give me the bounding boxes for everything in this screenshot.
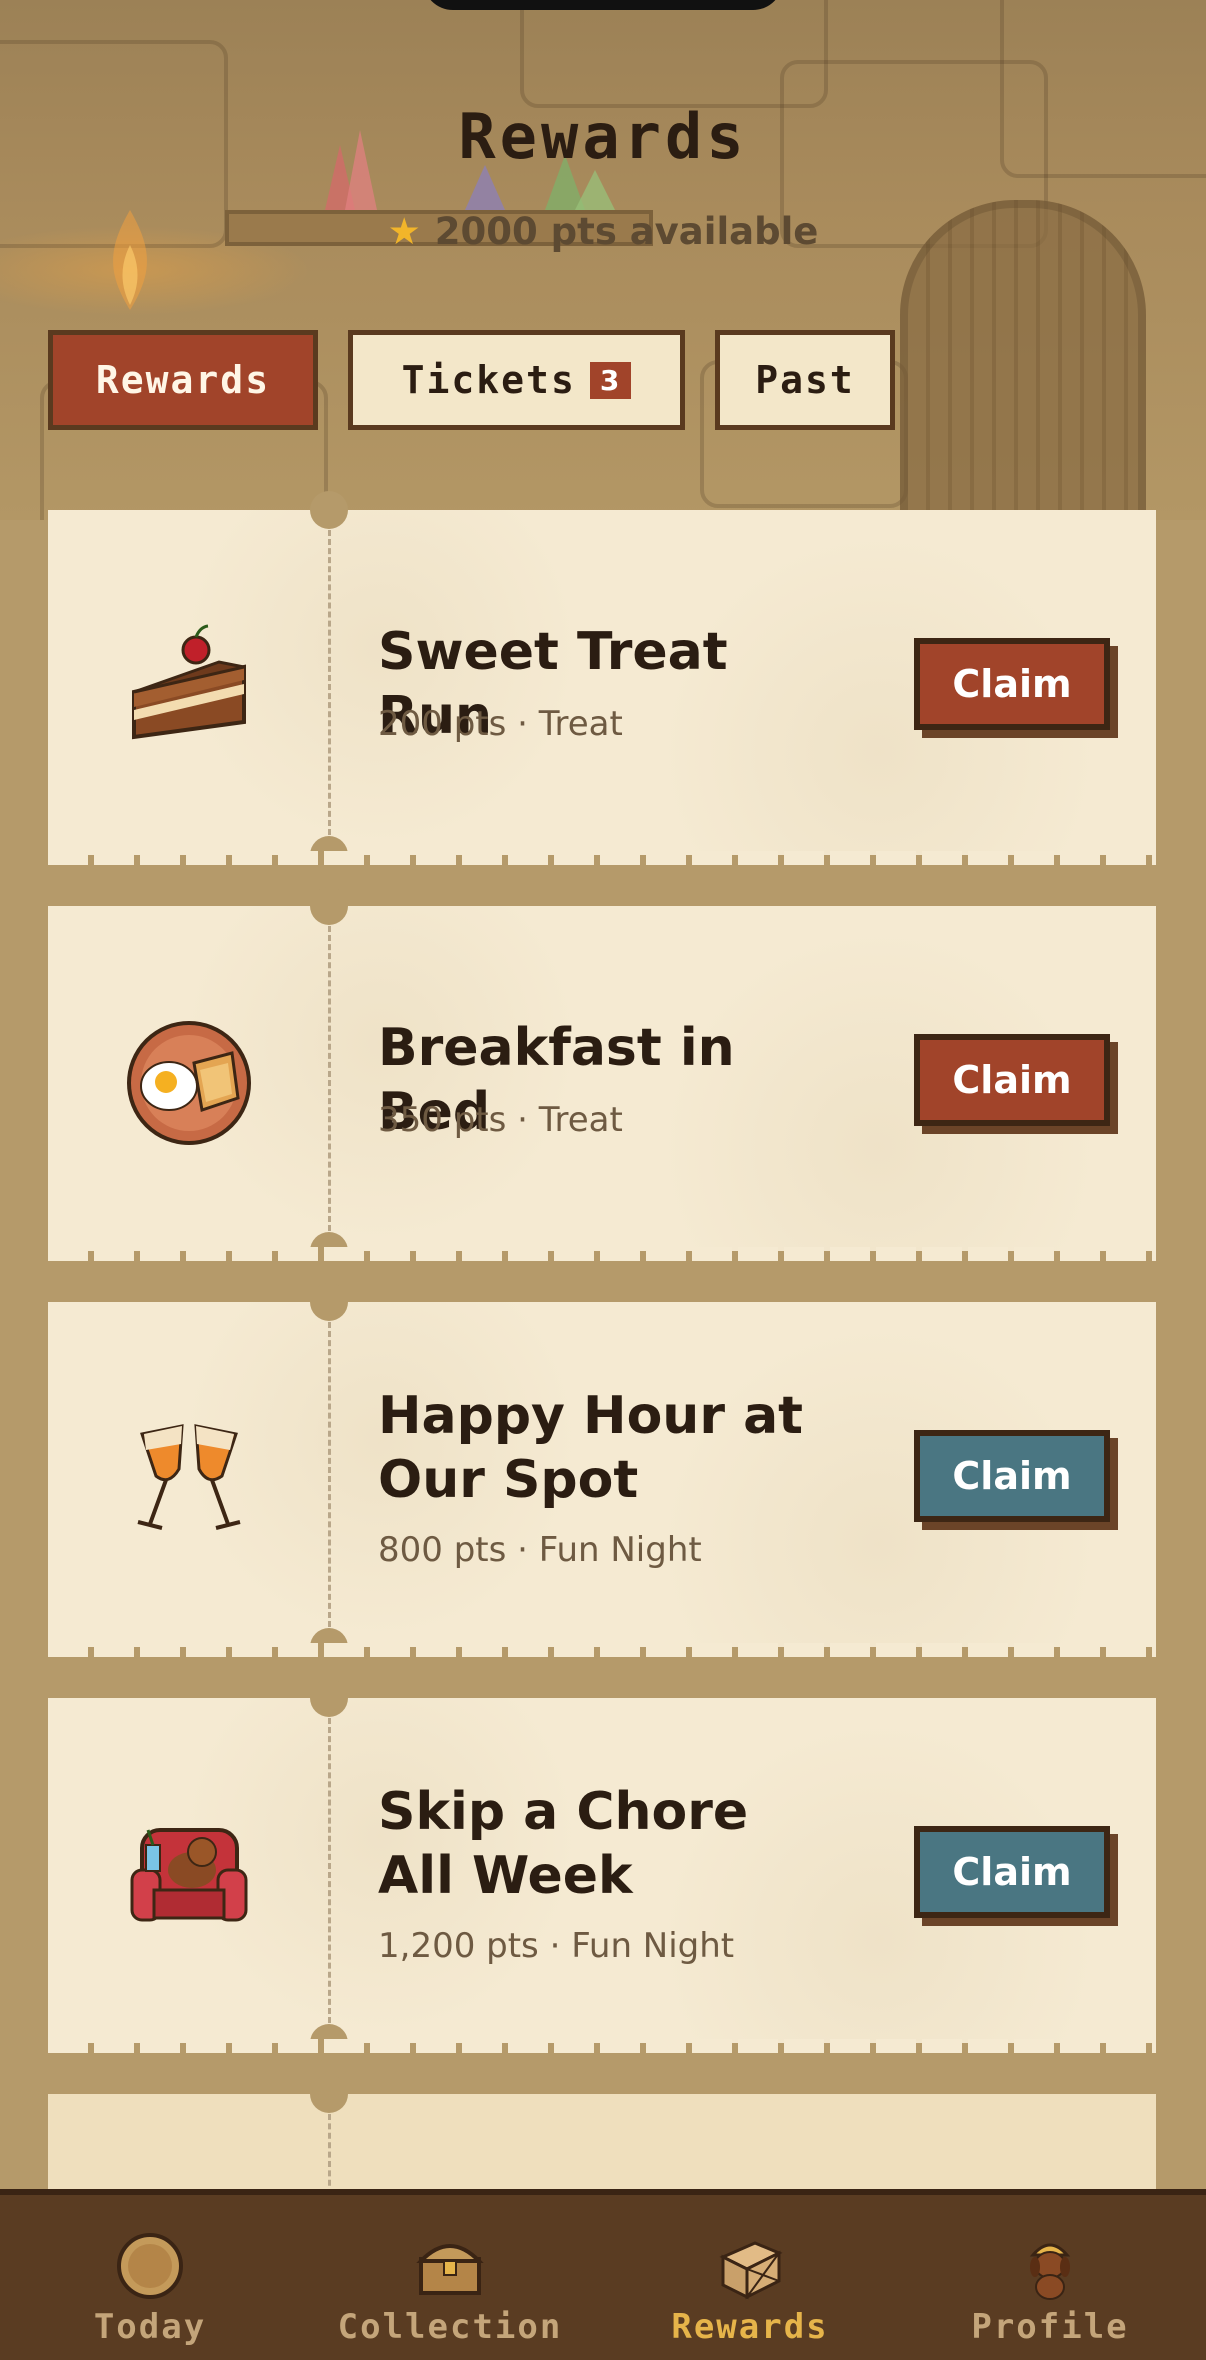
ticket-perforation <box>328 1322 331 1627</box>
nav-item-collection[interactable]: Collection <box>300 2195 600 2360</box>
ticket-punch-hole <box>310 491 348 529</box>
tab-tickets-label: Tickets <box>401 358 576 402</box>
reward-card-skip-a-chore: Skip a Chore All Week 1,200 pts · Fun Ni… <box>48 1679 1156 2062</box>
claim-button[interactable]: Claim <box>914 638 1110 730</box>
nav-label: Today <box>93 2307 207 2347</box>
star-icon: ★ <box>387 210 421 253</box>
claim-button[interactable]: Claim <box>914 1034 1110 1126</box>
nav-item-rewards[interactable]: Rewards <box>600 2195 900 2360</box>
claim-button[interactable]: Claim <box>914 1430 1110 1522</box>
reward-name: Happy Hour at Our Spot <box>378 1384 838 1512</box>
header-background <box>0 0 1206 520</box>
ticket-punch-hole <box>310 1283 348 1321</box>
tab-rewards[interactable]: Rewards <box>48 330 318 430</box>
nav-label: Profile <box>971 2307 1129 2347</box>
miner-dog-icon <box>1029 2243 1071 2300</box>
tab-rewards-label: Rewards <box>95 358 271 402</box>
cake-slice-icon <box>132 624 246 740</box>
torn-edge <box>48 2039 1156 2053</box>
reward-meta: 800 pts · Fun Night <box>378 1530 702 1570</box>
ticket-punch-hole <box>310 1679 348 1717</box>
points-available: ★ 2000 pts available <box>0 210 1206 253</box>
nav-label: Collection <box>337 2307 563 2347</box>
breakfast-plate-icon <box>127 1021 251 1145</box>
crate-icon <box>719 2241 783 2300</box>
wine-glasses-icon <box>137 1424 241 1530</box>
bottom-nav: Today Collection Rewards Profile <box>0 2189 1206 2360</box>
ticket-punch-hole <box>310 2075 348 2113</box>
coin-icon <box>117 2233 183 2299</box>
reward-name: Skip a Chore All Week <box>378 1780 838 1908</box>
reward-meta: 350 pts · Treat <box>378 1100 623 1140</box>
nav-label: Rewards <box>671 2307 829 2347</box>
ticket-perforation <box>328 530 331 835</box>
torn-edge <box>48 1247 1156 1261</box>
tab-tickets[interactable]: Tickets 3 <box>348 330 685 430</box>
tab-past[interactable]: Past <box>715 330 895 430</box>
reward-name-line: Our Spot <box>378 1450 639 1510</box>
reward-meta: 1,200 pts · Fun Night <box>378 1926 735 1966</box>
page-title: Rewards <box>458 100 748 173</box>
reward-name-line: Skip a Chore <box>378 1782 749 1842</box>
nav-item-today[interactable]: Today <box>0 2195 300 2360</box>
nav-item-profile[interactable]: Profile <box>900 2195 1200 2360</box>
reward-card-breakfast-in-bed: Breakfast in Bed 350 pts · Treat Claim <box>48 887 1156 1270</box>
reward-name-line: All Week <box>378 1846 633 1906</box>
torn-edge <box>48 851 1156 865</box>
treasure-chest-icon <box>416 2244 484 2295</box>
reward-card-happy-hour: Happy Hour at Our Spot 800 pts · Fun Nig… <box>48 1283 1156 1666</box>
device-notch <box>423 0 783 10</box>
armchair-dog-icon <box>130 1828 248 1922</box>
claim-button[interactable]: Claim <box>914 1826 1110 1918</box>
ticket-perforation <box>328 926 331 1231</box>
ticket-perforation <box>328 1718 331 2023</box>
reward-meta: 200 pts · Treat <box>378 704 623 744</box>
tickets-count-badge: 3 <box>589 361 632 399</box>
reward-card-sweet-treat-run: Sweet Treat Run 200 pts · Treat Claim <box>48 491 1156 874</box>
torn-edge <box>48 1643 1156 1657</box>
ticket-punch-hole <box>310 887 348 925</box>
reward-name-line: Happy Hour at <box>378 1386 804 1446</box>
tab-past-label: Past <box>755 358 855 402</box>
points-text: 2000 pts available <box>434 210 819 253</box>
